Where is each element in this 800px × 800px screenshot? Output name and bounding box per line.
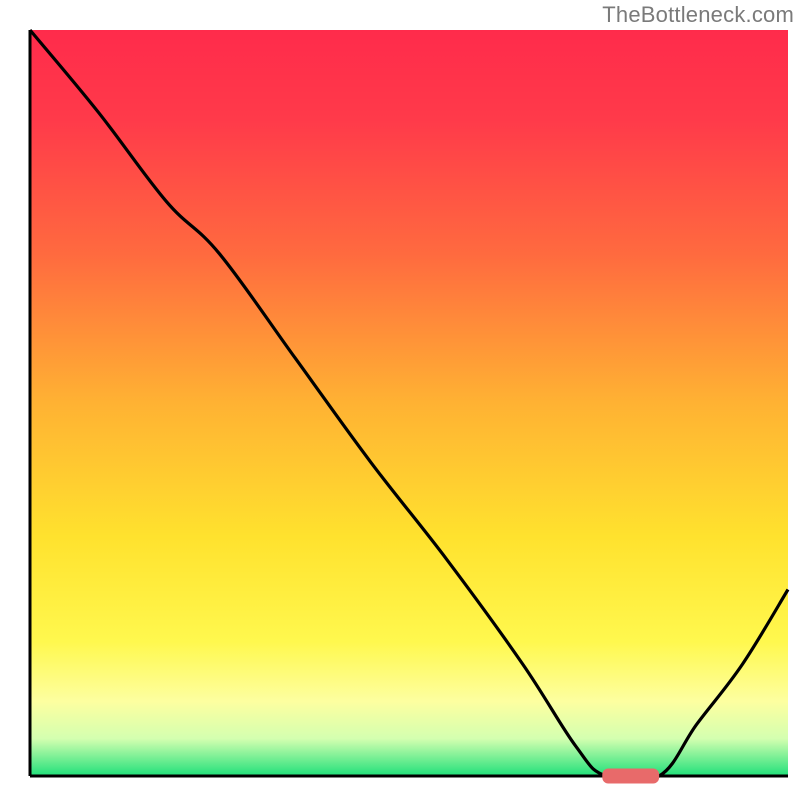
chart-container: TheBottleneck.com	[0, 0, 800, 800]
optimal-marker	[602, 769, 659, 784]
plot-background	[30, 30, 788, 776]
bottleneck-chart	[0, 0, 800, 800]
